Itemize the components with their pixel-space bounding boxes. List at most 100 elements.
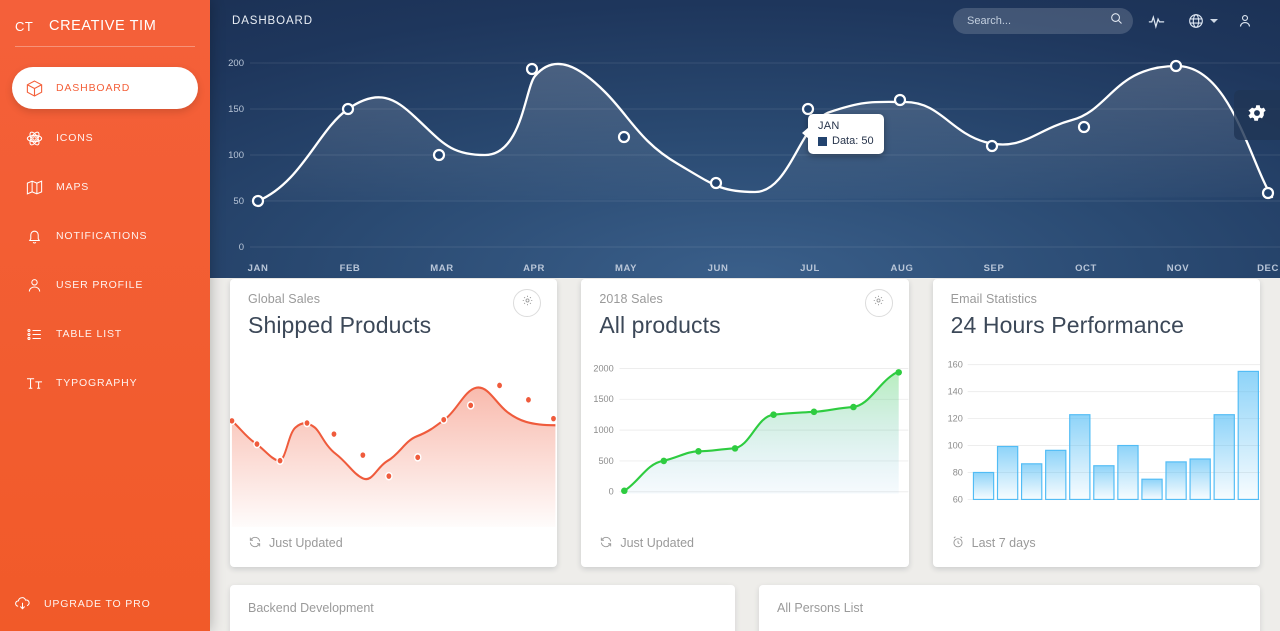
sidebar-item-typography[interactable]: TYPOGRAPHY — [12, 363, 198, 403]
top-navbar: DASHBOARD — [210, 0, 1280, 42]
card-title: Shipped Products — [248, 312, 432, 338]
global-sales-chart — [230, 381, 558, 527]
refresh-icon — [248, 535, 262, 552]
sidebar-item-user-profile[interactable]: USER PROFILE — [12, 265, 198, 305]
svg-text:200: 200 — [228, 58, 244, 69]
sidebar-item-label: MAPS — [56, 181, 90, 193]
card-header: Email Statistics 24 Hours Performance — [933, 279, 1260, 339]
svg-text:MAY: MAY — [615, 263, 637, 274]
gear-icon[interactable] — [872, 294, 885, 312]
user-icon — [12, 276, 56, 295]
svg-text:50: 50 — [233, 196, 244, 207]
svg-text:FEB: FEB — [340, 263, 361, 274]
svg-text:JAN: JAN — [248, 263, 269, 274]
sidebar-item-label: ICONS — [56, 132, 94, 144]
hero-chart-labels: 200 150 100 50 0 JAN FEB MAR APR MAY JUN… — [228, 58, 1279, 274]
hero-x-axis-labels: JAN FEB MAR APR MAY JUN JUL AUG SEP OCT … — [248, 263, 1279, 274]
sidebar-item-maps[interactable]: MAPS — [12, 167, 198, 207]
search-input[interactable] — [967, 15, 1109, 27]
globe-icon[interactable] — [1179, 6, 1213, 36]
list-icon — [12, 325, 56, 344]
pulse-icon[interactable] — [1139, 6, 1173, 36]
svg-text:AUG: AUG — [891, 263, 914, 274]
sidebar-nav: DASHBOARD ICONS MAPS NOTIFICATIONS USER … — [0, 67, 210, 403]
navbar-actions — [953, 6, 1262, 36]
atom-icon — [12, 129, 56, 148]
gear-icon[interactable] — [1246, 102, 1268, 129]
card-chart-area: 2000 1500 1000 500 0 — [581, 339, 909, 527]
svg-text:120: 120 — [947, 413, 962, 423]
card-title: All Persons List — [777, 601, 864, 615]
y-axis-labels: 2000 1500 1000 500 0 — [594, 363, 614, 496]
card-header: 2018 Sales All products — [581, 279, 908, 339]
card-global-sales: Global Sales Shipped Products Just Updat… — [230, 279, 558, 567]
sidebar-item-notifications[interactable]: NOTIFICATIONS — [12, 216, 198, 256]
cube-icon — [12, 79, 56, 98]
brand-name: CREATIVE TIM — [49, 18, 157, 34]
card-title: 24 Hours Performance — [950, 312, 1185, 338]
y-axis-labels: 160 140 120 100 80 60 — [947, 360, 962, 505]
refresh-icon — [599, 535, 613, 552]
bars — [972, 370, 1259, 501]
svg-text:80: 80 — [952, 467, 962, 477]
hero-y-axis-labels: 200 150 100 50 0 — [228, 58, 244, 253]
gear-icon[interactable] — [521, 294, 534, 312]
svg-text:1500: 1500 — [594, 394, 614, 404]
sidebar-item-label: TYPOGRAPHY — [56, 377, 138, 389]
card-backend-development: Backend Development — [230, 585, 735, 631]
search-icon[interactable] — [1109, 11, 1124, 31]
svg-text:APR: APR — [523, 263, 545, 274]
settings-panel-toggle[interactable] — [1234, 90, 1280, 140]
svg-text:MAR: MAR — [430, 263, 453, 274]
sidebar-item-icons[interactable]: ICONS — [12, 118, 198, 158]
sidebar-divider — [15, 46, 195, 47]
card-subtitle: Email Statistics — [950, 292, 1037, 306]
svg-text:1000: 1000 — [594, 425, 614, 435]
svg-text:0: 0 — [239, 242, 244, 253]
card-settings-button[interactable] — [864, 289, 893, 317]
cloud-download-icon — [0, 594, 44, 613]
person-icon[interactable] — [1228, 6, 1262, 36]
svg-text:2000: 2000 — [594, 363, 614, 373]
typography-icon — [12, 374, 56, 393]
sidebar-item-dashboard[interactable]: DASHBOARD — [12, 67, 198, 109]
tooltip-color-swatch — [818, 136, 827, 146]
email-statistics-chart: 160 140 120 100 80 60 — [947, 360, 1260, 505]
main-content: DASHBOARD Search... 200 150 100 50 0 JAN… — [210, 0, 1280, 631]
all-products-chart: 2000 1500 1000 500 0 — [594, 363, 909, 497]
upgrade-to-pro-label: UPGRADE TO PRO — [44, 597, 151, 610]
card-chart-area: 160 140 120 100 80 60 — [933, 339, 1260, 527]
search-box[interactable] — [953, 8, 1133, 34]
hero-panel: DASHBOARD Search... 200 150 100 50 0 JAN… — [210, 0, 1280, 278]
upgrade-to-pro-button[interactable]: UPGRADE TO PRO — [0, 594, 210, 613]
card-title: Backend Development — [248, 601, 374, 615]
svg-text:OCT: OCT — [1075, 263, 1097, 274]
card-footer: Just Updated — [581, 527, 908, 567]
svg-text:JUN: JUN — [708, 263, 729, 274]
sidebar-item-label: NOTIFICATIONS — [56, 230, 148, 242]
card-all-persons-list: All Persons List — [759, 585, 1260, 631]
card-footer-text: Just Updated — [269, 536, 343, 550]
svg-text:100: 100 — [228, 150, 244, 161]
hero-chart: 200 150 100 50 0 JAN FEB MAR APR MAY JUN… — [210, 42, 1280, 278]
alarm-clock-icon — [951, 535, 965, 552]
map-icon — [12, 178, 56, 197]
brand[interactable]: CT CREATIVE TIM — [0, 0, 210, 52]
chevron-down-icon[interactable] — [1210, 19, 1218, 23]
sidebar: CT CREATIVE TIM DASHBOARD ICONS MAPS NOT… — [0, 0, 210, 631]
svg-text:NOV: NOV — [1167, 263, 1189, 274]
svg-text:100: 100 — [947, 440, 962, 450]
sidebar-item-label: DASHBOARD — [56, 82, 131, 94]
sidebar-item-table-list[interactable]: TABLE LIST — [12, 314, 198, 354]
card-title: All products — [599, 312, 721, 338]
chart-tooltip: JAN Data: 50 — [802, 114, 884, 154]
svg-text:500: 500 — [599, 456, 614, 466]
sidebar-item-label: TABLE LIST — [56, 328, 123, 340]
stats-cards-row: Global Sales Shipped Products Just Updat… — [210, 279, 1280, 567]
tooltip-title: JAN — [818, 120, 840, 132]
card-2018-sales: 2018 Sales All products 2000 1500 1000 5… — [581, 279, 909, 567]
brand-mark: CT — [15, 18, 34, 34]
tooltip-label: Data: 50 — [832, 135, 874, 147]
dashboard-app: CT CREATIVE TIM DASHBOARD ICONS MAPS NOT… — [0, 0, 1280, 631]
bell-icon — [12, 227, 56, 246]
